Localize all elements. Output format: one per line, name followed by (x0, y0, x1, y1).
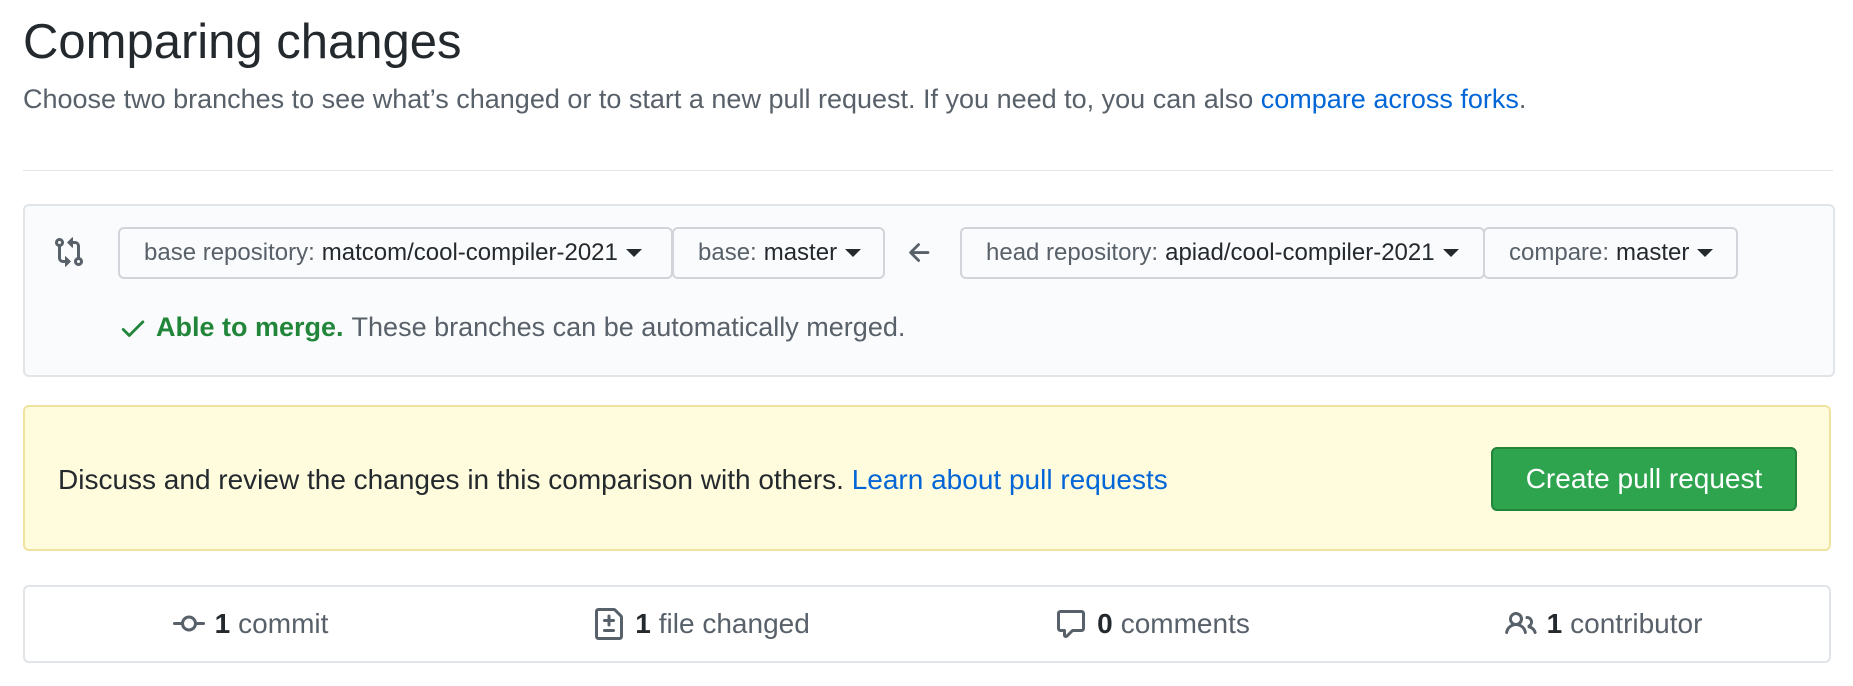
flash-message: Discuss and review the changes in this c… (58, 464, 1168, 496)
chevron-down-icon (625, 249, 642, 257)
files-changed-label: file changed (658, 608, 810, 639)
comments-count: 0 (1097, 608, 1113, 639)
base-repository-label: base repository: (144, 239, 315, 266)
files-changed-tab[interactable]: 1 file changed (476, 587, 927, 661)
base-branch-label: base: (698, 239, 757, 266)
page-title: Comparing changes (23, 15, 462, 69)
base-branch-value: master (763, 239, 838, 266)
chevron-down-icon (1697, 249, 1714, 257)
head-repository-label: head repository: (986, 239, 1159, 266)
create-pull-request-button[interactable]: Create pull request (1491, 447, 1797, 511)
page-subtitle: Choose two branches to see what’s change… (23, 84, 1526, 115)
pull-request-flash: Discuss and review the changes in this c… (23, 405, 1831, 551)
header-divider (23, 170, 1833, 171)
subtitle-text: Choose two branches to see what’s change… (23, 84, 1254, 114)
compare-branch-value: master (1616, 239, 1690, 266)
overall-summary: 1 commit 1 file changed 0 comments 1 con… (23, 585, 1831, 663)
head-repository-select[interactable]: head repository: apiad/cool-compiler-202… (960, 227, 1485, 279)
base-repository-select[interactable]: base repository: matcom/cool-compiler-20… (118, 227, 673, 279)
chevron-down-icon (1442, 249, 1459, 257)
merge-status-text: These branches can be automatically merg… (351, 312, 906, 342)
files-changed-count: 1 (635, 608, 651, 639)
range-editor: base repository: matcom/cool-compiler-20… (23, 204, 1835, 377)
check-icon (121, 320, 145, 337)
chevron-down-icon (845, 249, 862, 257)
commits-label: commit (238, 608, 329, 639)
contributors-tab[interactable]: 1 contributor (1378, 587, 1829, 661)
comments-label: comments (1120, 608, 1250, 639)
file-diff-icon (595, 608, 624, 640)
base-branch-select[interactable]: base: master (672, 227, 885, 279)
base-repository-value: matcom/cool-compiler-2021 (321, 239, 618, 266)
compare-branch-label: compare: (1509, 239, 1610, 266)
subtitle-end: . (1518, 84, 1527, 114)
merge-status-strong: Able to merge. (156, 312, 344, 342)
comments-tab[interactable]: 0 comments (927, 587, 1378, 661)
compare-branch-select[interactable]: compare: master (1483, 227, 1738, 279)
git-commit-icon (172, 615, 205, 632)
arrow-left-icon (905, 238, 935, 268)
comment-icon (1057, 610, 1086, 638)
contributors-label: contributor (1570, 608, 1703, 639)
compare-across-forks-link[interactable]: compare across forks (1261, 84, 1519, 114)
commits-tab[interactable]: 1 commit (25, 587, 476, 661)
contributors-count: 1 (1546, 608, 1563, 639)
people-icon (1504, 611, 1537, 635)
head-repository-value: apiad/cool-compiler-2021 (1165, 239, 1435, 266)
flash-text: Discuss and review the changes in this c… (58, 464, 844, 495)
learn-about-pull-requests-link[interactable]: Learn about pull requests (852, 464, 1168, 495)
compare-page: Comparing changes Choose two branches to… (0, 0, 1853, 686)
commits-count: 1 (214, 608, 231, 639)
merge-status: Able to merge. These branches can be aut… (118, 312, 905, 343)
git-compare-icon[interactable] (53, 236, 85, 268)
